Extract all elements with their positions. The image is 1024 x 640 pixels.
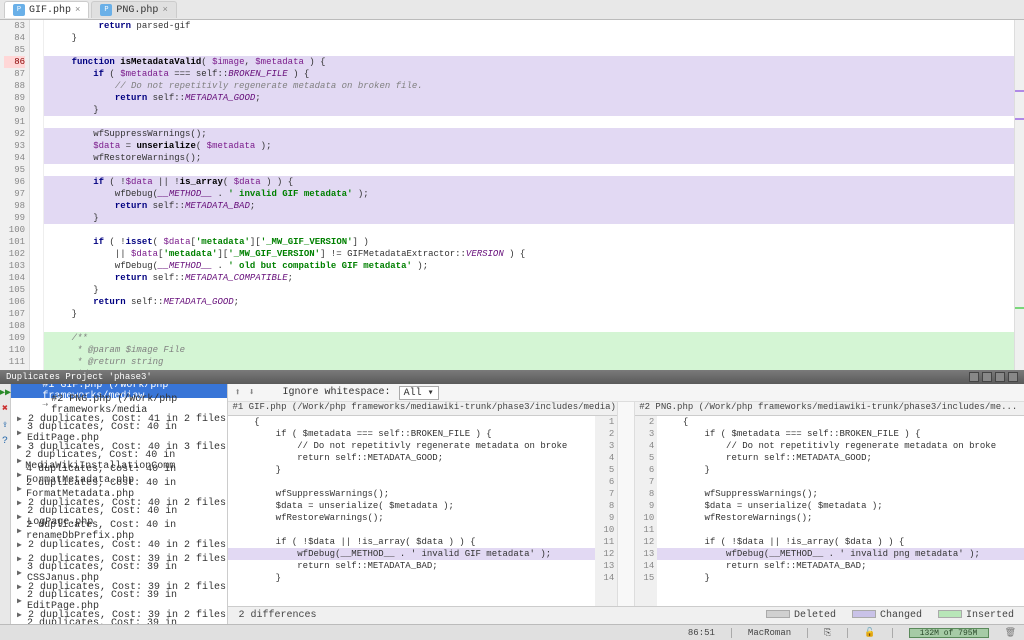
disclosure-triangle-icon[interactable]: ▶ [17,526,23,536]
diff-left-line-numbers: 1234567891011121314 [595,416,617,606]
chevron-down-icon: ▾ [428,388,434,399]
code-body[interactable]: return parsed-gif } function isMetadataV… [44,20,1014,370]
editor-scroll-marker-strip[interactable] [1014,20,1024,370]
legend-changed-swatch [852,610,876,618]
disclosure-triangle-icon[interactable]: ▶ [17,414,25,424]
editor-tab-bar: P GIF.php × P PNG.php × [0,0,1024,20]
diff-right-line-numbers: 23456789101112131415 [635,416,657,606]
insert-mode-icon[interactable]: ⎘ [824,628,831,638]
ignore-whitespace-label: Ignore whitespace: [283,387,391,398]
diff-toolbar: ⬆ ⬇ Ignore whitespace: All ▾ [228,384,1024,402]
disclosure-triangle-icon[interactable]: ▶ [17,470,23,480]
file-encoding[interactable]: MacRoman [748,628,791,638]
panel-settings-icon[interactable] [969,372,979,382]
disclosure-triangle-icon[interactable]: ▶ [17,442,25,452]
legend-deleted-swatch [766,610,790,618]
duplicate-group[interactable]: ▶3 duplicates, Cost: 40 in EditPage.php [11,426,227,440]
diff-connector [617,402,635,606]
export-icon[interactable]: ⇪ [0,420,10,430]
disclosure-triangle-icon[interactable]: ▶ [17,456,22,466]
trash-icon[interactable]: 🗑 [1005,628,1016,638]
disclosure-triangle-icon[interactable]: ▶ [17,498,25,508]
panel-title: Duplicates Project 'phase3' [6,372,152,382]
tab-label: GIF.php [29,5,71,16]
duplicate-group[interactable]: ▶2 duplicates, Cost: 40 in renameDbPrefi… [11,524,227,538]
diff-viewer: ⬆ ⬇ Ignore whitespace: All ▾ #1 GIF.php … [228,384,1024,624]
php-file-icon: P [13,4,25,16]
diff-right-code[interactable]: { if ( $metadata === self::BROKEN_FILE )… [657,416,1024,606]
cursor-position: 86:51 [688,628,715,638]
tab-label: PNG.php [116,5,158,16]
disclosure-triangle-icon[interactable]: ▶ [17,554,25,564]
diff-right-header: #2 PNG.php (/Work/php frameworks/mediawi… [635,402,1024,416]
lock-icon[interactable]: 🔓 [864,628,875,638]
line-number-gutter[interactable]: 8384858687888990919293949596979899100101… [0,20,30,370]
duplicates-tree[interactable]: #1 GIF.php (/Work/php frameworks/mediaw … [11,384,228,624]
panel-side-toolbar: ▶▶ ✖ ⇪ ? [0,384,11,624]
diff-left-header: #1 GIF.php (/Work/php frameworks/mediawi… [228,402,617,416]
duplicate-instance-2[interactable]: ⇢ #2 PNG.php (/Work/php frameworks/media [11,398,227,412]
help-icon[interactable]: ? [0,436,10,446]
diff-left-code[interactable]: { if ( $metadata === self::BROKEN_FILE )… [228,416,595,606]
disclosure-triangle-icon[interactable]: ▶ [17,582,25,592]
cancel-icon[interactable]: ✖ [0,404,10,414]
duplicate-group[interactable]: ▶2 duplicates, Cost: 40 in 2 files [11,538,227,552]
tree-row-label: 2 duplicates, Cost: 39 in Profiler.php [27,618,227,624]
next-diff-icon[interactable]: ⬇ [249,387,255,399]
ignore-whitespace-select[interactable]: All ▾ [399,386,439,400]
prev-diff-icon[interactable]: ⬆ [234,387,240,399]
close-icon[interactable]: × [162,5,167,15]
fold-column[interactable] [30,20,44,370]
duplicate-group[interactable]: ▶2 duplicates, Cost: 39 in EditPage.php [11,594,227,608]
close-icon[interactable]: × [75,5,80,15]
disclosure-triangle-icon[interactable]: ▶ [17,512,24,522]
memory-indicator[interactable]: 132M of 795M [909,628,989,638]
diff-legend: 2 differences Deleted Changed Inserted [228,606,1024,624]
duplicate-group[interactable]: ▶3 duplicates, Cost: 39 in CSSJanus.php [11,566,227,580]
disclosure-triangle-icon[interactable]: ▶ [17,610,25,620]
run-icon[interactable]: ▶▶ [0,388,10,398]
diff-count: 2 differences [238,610,316,621]
php-file-icon: P [100,4,112,16]
code-editor[interactable]: 8384858687888990919293949596979899100101… [0,20,1024,370]
tree-row-label: 2 duplicates, Cost: 40 in 2 files [28,540,226,551]
duplicate-group[interactable]: ▶2 duplicates, Cost: 39 in Profiler.php [11,622,227,624]
diff-left-pane: #1 GIF.php (/Work/php frameworks/mediawi… [228,402,617,606]
duplicate-group[interactable]: ▶2 duplicates, Cost: 40 in FormatMetadat… [11,482,227,496]
status-bar: 86:51 MacRoman ⎘ 🔓 132M of 795M 🗑 [0,624,1024,640]
panel-minimize-icon[interactable] [982,372,992,382]
disclosure-triangle-icon[interactable]: ▶ [17,540,25,550]
diff-right-pane: #2 PNG.php (/Work/php frameworks/mediawi… [635,402,1024,606]
disclosure-triangle-icon[interactable]: ▶ [17,596,24,606]
duplicates-panel: ▶▶ ✖ ⇪ ? #1 GIF.php (/Work/php framework… [0,384,1024,624]
panel-restore-icon[interactable] [995,372,1005,382]
tab-png-php[interactable]: P PNG.php × [91,1,176,18]
disclosure-triangle-icon[interactable]: ▶ [17,484,23,494]
duplicates-panel-header: Duplicates Project 'phase3' [0,370,1024,384]
tab-gif-php[interactable]: P GIF.php × [4,1,89,18]
panel-close-icon[interactable] [1008,372,1018,382]
disclosure-triangle-icon[interactable]: ▶ [17,568,24,578]
legend-inserted-swatch [938,610,962,618]
disclosure-triangle-icon[interactable]: ▶ [17,428,24,438]
